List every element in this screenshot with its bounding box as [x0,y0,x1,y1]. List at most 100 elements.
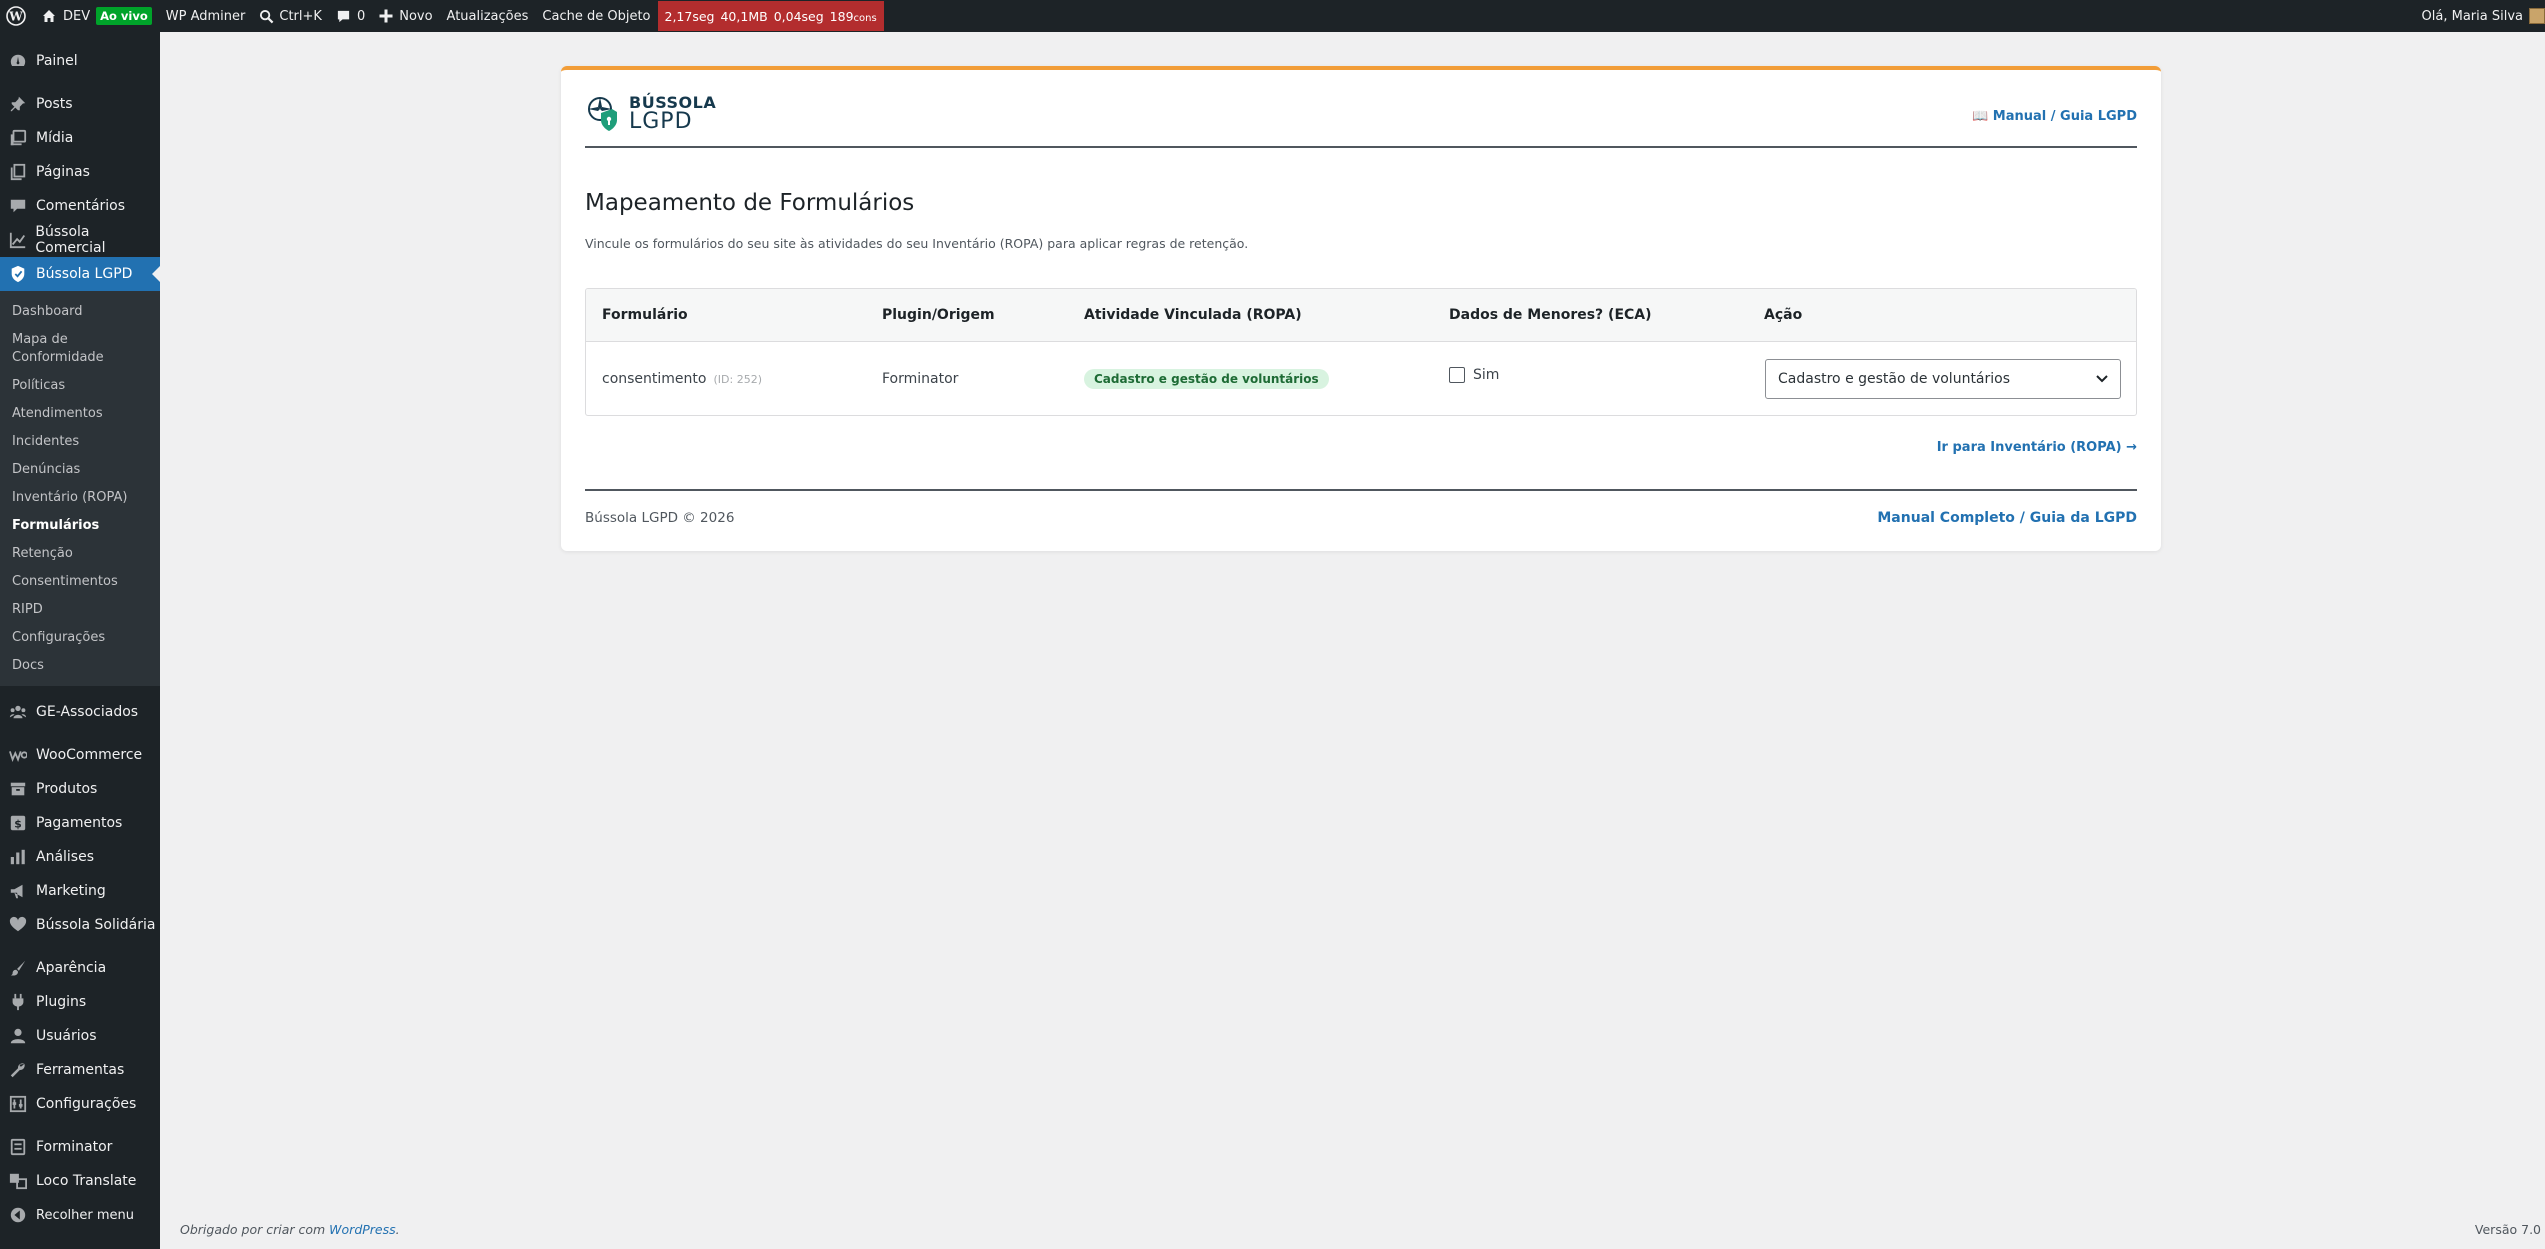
comments-count: 0 [356,8,366,24]
minors-checkbox[interactable] [1449,367,1465,383]
submenu-ripd[interactable]: RIPD [0,596,160,624]
home-icon [41,8,57,24]
plus-icon [379,9,393,23]
heart-icon [8,915,28,935]
menu-item-marketing[interactable]: Marketing [0,874,160,908]
qm-queries: 189cons [829,8,877,24]
qm-time: 2,17seg [664,8,715,24]
copyright: Bússola LGPD © 2026 [585,510,735,526]
menu-item-bussola-solidaria[interactable]: Bússola Solidária [0,908,160,942]
minors-checkbox-field[interactable]: Sim [1449,338,1499,412]
menu-item-forminator[interactable]: Forminator [0,1130,160,1164]
form-name: consentimento [602,371,707,387]
media-icon [8,128,28,148]
submenu-formularios[interactable]: Formulários [0,512,160,540]
megaphone-icon [8,881,28,901]
menu-item-painel[interactable]: Painel [0,44,160,78]
object-cache-link[interactable]: Cache de Objeto [535,0,657,32]
menu-item-bussola-comercial[interactable]: Bússola Comercial [0,223,160,257]
activity-select[interactable]: Cadastro e gestão de voluntários [1765,359,2121,399]
settings-icon [8,1094,28,1114]
table-header-row: Formulário Plugin/Origem Atividade Vincu… [586,289,2136,342]
submenu-atendimentos[interactable]: Atendimentos [0,400,160,428]
menu-item-loco-translate[interactable]: Loco Translate [0,1164,160,1198]
archive-icon [8,779,28,799]
form-name-cell: consentimento (ID: 252) [602,342,762,415]
menu-item-plugins[interactable]: Plugins [0,985,160,1019]
menu-item-comentarios[interactable]: Comentários [0,189,160,223]
submenu-dashboard[interactable]: Dashboard [0,298,160,326]
submenu-configuracoes[interactable]: Configurações [0,624,160,652]
wrench-icon [8,1060,28,1080]
site-name: DEV [63,8,91,24]
bussola-lgpd-logo: BÚSSOLA LGPD [585,94,716,134]
comment-icon [336,9,351,24]
avatar [2529,8,2545,24]
menu-item-pagamentos[interactable]: $ Pagamentos [0,806,160,840]
menu-item-bussola-lgpd[interactable]: Bússola LGPD [0,257,160,291]
comment-icon [8,196,28,216]
woo-icon [8,745,28,765]
page-description: Vincule os formulários do seu site às at… [585,236,1249,251]
submenu-consentimentos[interactable]: Consentimentos [0,568,160,596]
full-manual-link[interactable]: Manual Completo / Guia da LGPD [1877,510,2137,526]
shield-icon [8,264,28,284]
groups-icon [8,702,28,722]
submenu-incidentes[interactable]: Incidentes [0,428,160,456]
submenu-docs[interactable]: Docs [0,652,160,680]
logo-text: BÚSSOLA LGPD [629,95,716,133]
footer-version: Versão 7.0 [2474,1222,2541,1237]
column-header-minors: Dados de Menores? (ECA) [1449,307,1652,323]
submenu-politicas[interactable]: Políticas [0,372,160,400]
bar-chart-icon [8,847,28,867]
table-row: consentimento (ID: 252) Forminator Cadas… [586,342,2136,415]
dashboard-icon [8,51,28,71]
card-footer: Bússola LGPD © 2026 Manual Completo / Gu… [585,489,2137,533]
menu-item-paginas[interactable]: Páginas [0,155,160,189]
menu-item-woocommerce[interactable]: WooCommerce [0,738,160,772]
query-monitor-button[interactable]: 2,17seg 40,1MB 0,04seg 189cons [657,1,884,31]
wordpress-link[interactable]: WordPress [329,1222,395,1237]
menu-item-aparencia[interactable]: Aparência [0,951,160,985]
submenu-inventario-ropa[interactable]: Inventário (ROPA) [0,484,160,512]
command-palette-button[interactable]: Ctrl+K [252,0,329,32]
submenu-retencao[interactable]: Retenção [0,540,160,568]
menu-item-midia[interactable]: Mídia [0,121,160,155]
my-account-menu[interactable]: Olá, Maria Silva [2422,8,2545,24]
submenu-denuncias[interactable]: Denúncias [0,456,160,484]
chart-line-icon [8,230,27,250]
action-cell: Cadastro e gestão de voluntários [1765,342,2121,415]
page-title: Mapeamento de Formulários [585,190,915,216]
comments-link[interactable]: 0 [329,0,372,32]
collapse-icon [8,1205,28,1225]
site-name-menu[interactable]: DEV Ao vivo [34,0,159,32]
form-icon [8,1137,28,1157]
qm-db-time: 0,04seg [773,8,824,24]
brush-icon [8,958,28,978]
logo-line-2: LGPD [629,109,693,134]
menu-item-produtos[interactable]: Produtos [0,772,160,806]
pages-icon [8,162,28,182]
submenu-mapa-de-conformidade[interactable]: Mapa de Conformidade [0,326,160,372]
menu-item-ge-associados[interactable]: GE-Associados [0,695,160,729]
activity-cell: Cadastro e gestão de voluntários [1084,342,1329,415]
wordpress-logo-icon[interactable]: W [0,0,34,32]
menu-item-analises[interactable]: Análises [0,840,160,874]
wp-adminer-link[interactable]: WP Adminer [159,0,253,32]
card-header: BÚSSOLA LGPD 📖 Manual / Guia LGPD [585,94,2137,148]
new-content-menu[interactable]: Novo [372,0,439,32]
translate-icon [8,1171,28,1191]
menu-item-ferramentas[interactable]: Ferramentas [0,1053,160,1087]
bussola-lgpd-submenu: Dashboard Mapa de Conformidade Políticas… [0,291,160,686]
go-to-ropa-link[interactable]: Ir para Inventário (ROPA) → [1937,440,2137,455]
menu-item-usuarios[interactable]: Usuários [0,1019,160,1053]
svg-text:W: W [8,10,23,24]
pin-icon [8,94,28,114]
updates-link[interactable]: Atualizações [440,0,536,32]
menu-item-posts[interactable]: Posts [0,87,160,121]
plug-icon [8,992,28,1012]
menu-item-configuracoes[interactable]: Configurações [0,1087,160,1121]
form-id: (ID: 252) [713,372,762,386]
manual-guide-link[interactable]: 📖 Manual / Guia LGPD [1972,109,2137,124]
collapse-menu-button[interactable]: Recolher menu [0,1198,160,1232]
